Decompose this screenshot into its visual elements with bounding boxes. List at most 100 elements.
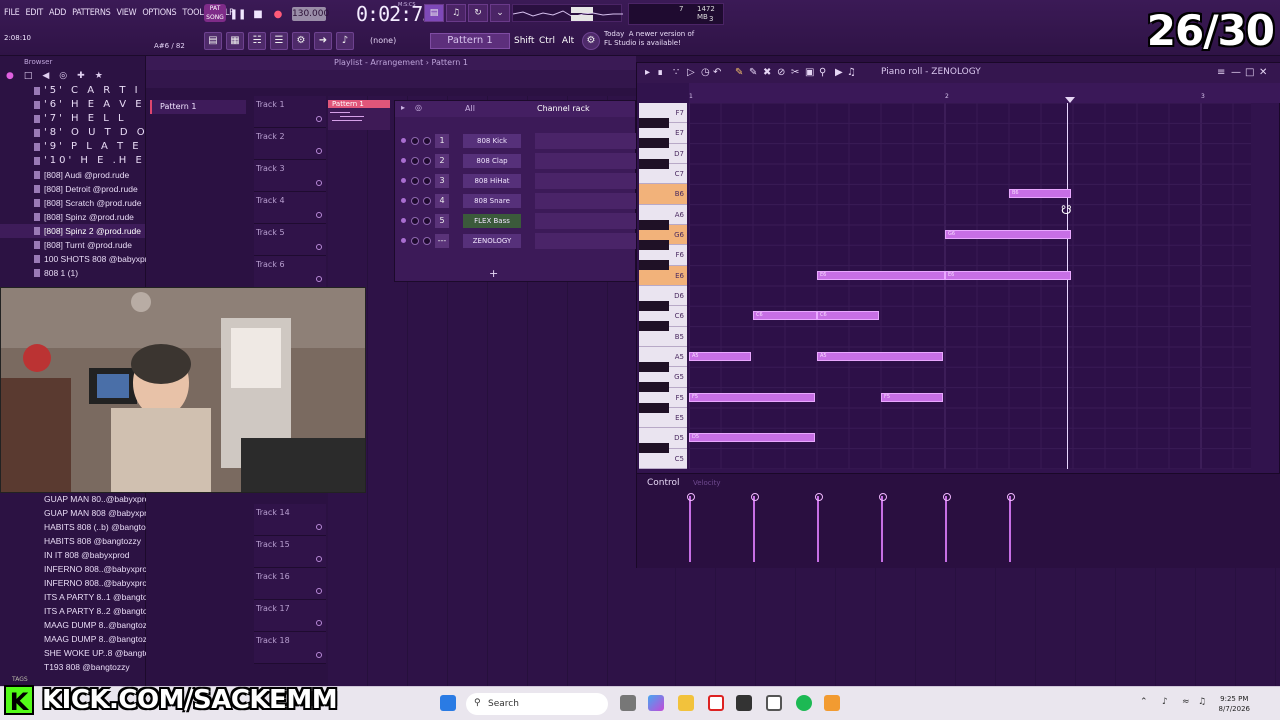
rack-swing-icon[interactable]: ◎ [415, 103, 422, 112]
browser-item[interactable]: INFERNO 808..@babyxprod [0, 576, 152, 590]
pr-play-icon[interactable]: ▷ [687, 67, 695, 78]
channel-steps[interactable] [535, 153, 637, 169]
mixer-view-icon[interactable]: ☰ [270, 32, 288, 50]
channel-name-button[interactable]: FLEX Bass [463, 214, 521, 228]
midi-note[interactable]: C6 [817, 311, 879, 321]
browser-item[interactable]: ITS A PARTY 8..1 @bangtozzy [0, 590, 160, 604]
browser-item[interactable]: [808] Spinz 2 @prod.rude [0, 224, 145, 238]
black-key[interactable] [639, 402, 669, 413]
track-header[interactable]: Track 15 [254, 536, 326, 568]
pat-song-toggle[interactable]: PAT SONG [204, 4, 226, 22]
midi-note[interactable]: E6 [817, 270, 945, 280]
channel-name-button[interactable]: 808 HiHat [463, 174, 521, 188]
velocity-bar[interactable] [879, 493, 887, 562]
black-key[interactable] [639, 443, 669, 454]
browser-plugins-icon[interactable]: ◀ [42, 71, 49, 81]
file-explorer-icon[interactable] [678, 695, 694, 711]
browser-item[interactable]: '5' C A R T I [0, 84, 145, 98]
piano-key[interactable]: B6 [639, 184, 687, 205]
browser-item[interactable]: '8' O U T D O O R [0, 126, 178, 140]
channel-led-icon[interactable] [401, 238, 406, 243]
volume-knob[interactable] [423, 137, 431, 145]
channel-row[interactable]: 1 808 Kick [395, 131, 637, 151]
alt-key[interactable]: Alt [560, 33, 576, 49]
browser-item[interactable]: [808] Audi @prod.rude [0, 168, 145, 182]
channel-led-icon[interactable] [401, 178, 406, 183]
opera-icon[interactable] [708, 695, 724, 711]
pattern-selector[interactable]: Pattern 1 [430, 33, 510, 49]
channel-row[interactable]: --- ZENOLOGY [395, 231, 637, 251]
track-header[interactable]: Track 16 [254, 568, 326, 600]
browser-item[interactable]: [808] Spinz @prod.rude [0, 210, 145, 224]
browser-item[interactable]: MAAG DUMP 8..@bangtozzy [0, 632, 155, 646]
black-key[interactable] [639, 321, 669, 332]
browser-item[interactable]: T193 808 @bangtozzy [0, 660, 146, 674]
channel-name-button[interactable]: 808 Clap [463, 154, 521, 168]
pan-knob[interactable] [411, 137, 419, 145]
pan-knob[interactable] [411, 177, 419, 185]
channel-number[interactable]: 1 [435, 134, 449, 148]
track-enable-icon[interactable] [316, 588, 322, 594]
channel-steps[interactable] [535, 193, 637, 209]
black-key[interactable] [639, 118, 669, 129]
task-view-icon[interactable] [620, 695, 636, 711]
browser-star-icon[interactable]: ★ [95, 71, 103, 81]
pr-minimize-icon[interactable]: — [1231, 67, 1241, 78]
add-channel-button[interactable]: + [489, 267, 498, 280]
browser-item[interactable]: 808 1 (1) [0, 266, 145, 280]
midi-note[interactable]: E6 [945, 270, 1071, 280]
channel-steps[interactable] [535, 133, 637, 149]
channel-number[interactable]: 4 [435, 194, 449, 208]
track-enable-icon[interactable] [316, 148, 322, 154]
track-enable-icon[interactable] [316, 620, 322, 626]
news-icon[interactable]: ⚙ [582, 32, 600, 50]
tempo-field[interactable]: 130.000 [292, 7, 329, 21]
midi-note[interactable]: A5 [689, 351, 751, 361]
menu-file[interactable]: FILE [4, 8, 20, 18]
piano-roll-view-icon[interactable]: ▦ [226, 32, 244, 50]
browser-item[interactable]: ITS A PARTY 8..2 @bangtozzy [0, 604, 160, 618]
track-header[interactable]: Track 14 [254, 504, 326, 536]
note-grid[interactable]: B6 G6 E6 E6 C6 C6 A5 A5 F5 F5 D5 [689, 103, 1251, 469]
fl-studio-icon[interactable] [824, 695, 840, 711]
black-key[interactable] [639, 219, 669, 230]
track-header[interactable]: Track 5 [254, 224, 326, 256]
track-enable-icon[interactable] [316, 276, 322, 282]
midi-note[interactable]: C6 [753, 311, 817, 321]
channel-led-icon[interactable] [401, 158, 406, 163]
browser-item[interactable]: '9' P L A T E [0, 140, 145, 154]
menu-patterns[interactable]: PATTERNS [72, 8, 111, 18]
channel-led-icon[interactable] [401, 198, 406, 203]
channel-led-icon[interactable] [401, 138, 406, 143]
browser-history-icon[interactable]: ◎ [59, 71, 67, 81]
pr-undo-icon[interactable]: ↶ [713, 67, 721, 78]
black-key[interactable] [639, 138, 669, 149]
channel-row[interactable]: 2 808 Clap [395, 151, 637, 171]
channel-row[interactable]: 5 FLEX Bass [395, 211, 637, 231]
playback-icon[interactable]: ▶ [835, 67, 843, 78]
pr-arrow-icon[interactable]: ▸ [645, 67, 650, 78]
track-header[interactable]: Track 1 [254, 96, 326, 128]
channel-number[interactable]: 3 [435, 174, 449, 188]
browser-view-icon[interactable]: ⚙ [292, 32, 310, 50]
midi-note[interactable]: B6 [1009, 189, 1071, 199]
track-header[interactable]: Track 17 [254, 600, 326, 632]
black-key[interactable] [639, 240, 669, 251]
pr-maximize-icon[interactable]: □ [1245, 67, 1254, 78]
volume-knob[interactable] [423, 177, 431, 185]
velocity-bar[interactable] [687, 493, 695, 562]
wait-input-icon[interactable]: ↻ [468, 4, 488, 22]
arrow-right-icon[interactable]: ➜ [314, 32, 332, 50]
channel-steps[interactable] [535, 173, 637, 189]
play-pause-icon[interactable]: ❚❚ [228, 6, 248, 22]
pr-close-icon[interactable]: ✕ [1259, 67, 1267, 78]
track-enable-icon[interactable] [316, 180, 322, 186]
browser-item[interactable]: GUAP MAN 80..@babyxprod [0, 492, 154, 506]
channel-number[interactable]: 5 [435, 214, 449, 228]
black-key[interactable] [639, 382, 669, 393]
pr-magnet-icon[interactable]: ∎ [657, 67, 663, 78]
paint-icon[interactable]: ✎ [749, 67, 757, 78]
browser-item[interactable]: SHE WOKE UP..8 @bangtozzy [0, 646, 162, 660]
browser-files-icon[interactable]: □ [24, 71, 33, 81]
channel-steps[interactable] [535, 233, 637, 249]
